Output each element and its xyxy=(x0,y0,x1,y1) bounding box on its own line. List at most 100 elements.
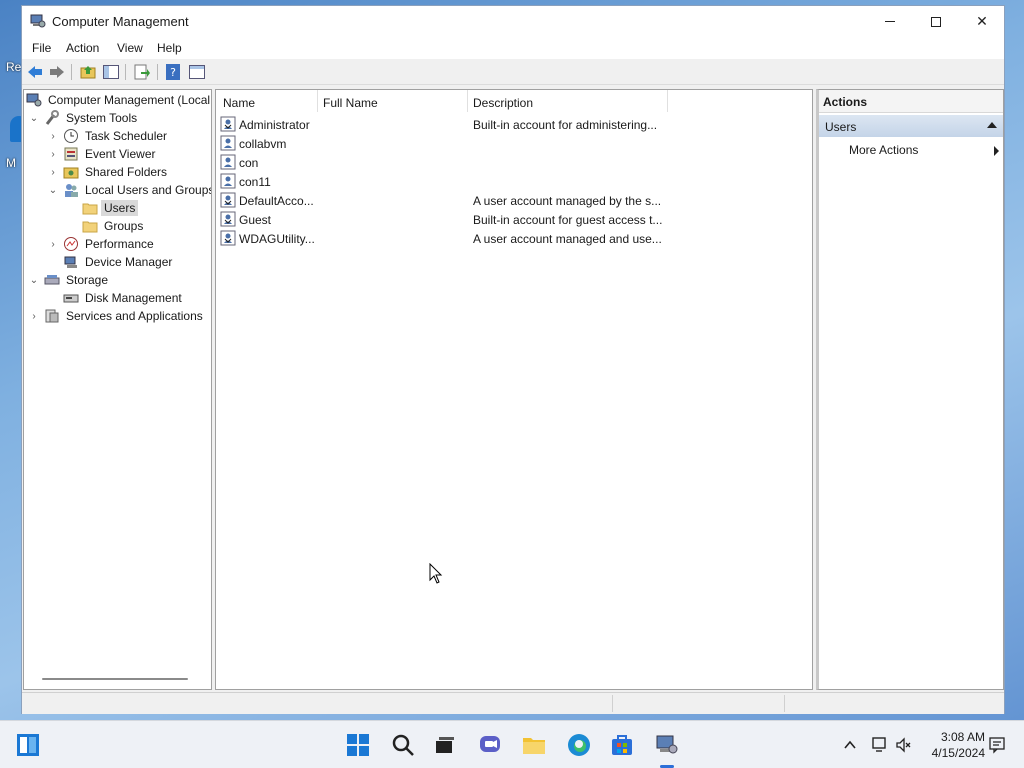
actions-title: Actions xyxy=(823,95,868,109)
disk-icon xyxy=(63,294,79,303)
help-icon[interactable]: ? xyxy=(164,63,182,81)
show-hide-tree-icon[interactable] xyxy=(102,63,120,81)
table-row[interactable]: con xyxy=(220,153,810,172)
tree-label: Device Manager xyxy=(85,255,173,269)
tree-item-task-scheduler[interactable]: › Task Scheduler xyxy=(47,127,170,145)
tree-horizontal-scrollbar[interactable] xyxy=(42,678,188,680)
taskbar-clock[interactable]: 3:08 AM 4/15/2024 xyxy=(915,729,985,761)
cell-name: con xyxy=(239,156,259,170)
show-hide-action-pane-icon[interactable] xyxy=(188,63,206,81)
tree-label: System Tools xyxy=(66,111,138,125)
chevron-down-icon[interactable]: ⌄ xyxy=(28,113,40,124)
toolbar-separator xyxy=(157,64,158,80)
title-bar[interactable]: Computer Management ✕ xyxy=(22,6,1004,37)
tree-label: Disk Management xyxy=(85,291,182,305)
collapse-up-icon[interactable] xyxy=(987,122,997,128)
forward-arrow-icon[interactable] xyxy=(48,63,66,81)
table-row[interactable]: DefaultAcco... A user account managed by… xyxy=(220,191,810,210)
user-icon xyxy=(220,154,236,170)
tree-label: Users xyxy=(101,200,139,216)
microsoft-store-icon[interactable] xyxy=(610,733,634,757)
tree-item-local-users-groups[interactable]: ⌄ Local Users and Groups xyxy=(47,181,211,199)
tree-label: Computer Management (Local xyxy=(48,93,211,107)
mouse-cursor-icon xyxy=(429,563,443,584)
clock-icon xyxy=(64,129,78,143)
network-icon[interactable] xyxy=(870,736,888,754)
start-windows-icon[interactable] xyxy=(346,733,370,757)
column-resize-handle[interactable] xyxy=(667,90,668,112)
table-row[interactable]: Guest Built-in account for guest access … xyxy=(220,210,810,229)
close-icon: ✕ xyxy=(976,13,988,29)
tree-item-services-apps[interactable]: › Services and Applications xyxy=(28,307,206,325)
chevron-right-icon[interactable]: › xyxy=(47,239,59,250)
toolbar-separator xyxy=(71,64,72,80)
desktop-icon-label-2: M xyxy=(6,156,16,170)
minimize-button[interactable] xyxy=(867,6,913,37)
tree-item-storage[interactable]: ⌄ Storage xyxy=(28,271,111,289)
chevron-up-icon[interactable] xyxy=(842,737,858,753)
search-icon[interactable] xyxy=(391,733,415,757)
chevron-right-icon[interactable]: › xyxy=(47,149,59,160)
tree-label: Groups xyxy=(104,219,144,233)
widgets-icon[interactable] xyxy=(16,733,40,757)
more-actions-item[interactable]: More Actions xyxy=(849,143,999,161)
edge-browser-icon[interactable] xyxy=(567,733,591,757)
close-button[interactable]: ✕ xyxy=(959,6,1005,37)
notifications-icon[interactable] xyxy=(988,736,1006,754)
cell-description: A user account managed and use... xyxy=(473,232,662,246)
console-tree-pane[interactable]: Computer Management (Local ⌄ System Tool… xyxy=(23,89,212,690)
tree-item-shared-folders[interactable]: › Shared Folders xyxy=(47,163,170,181)
table-row[interactable]: collabvm xyxy=(220,134,810,153)
column-header-description[interactable]: Description xyxy=(473,96,533,110)
table-row[interactable]: WDAGUtility... A user account managed an… xyxy=(220,229,810,248)
column-header-name[interactable]: Name xyxy=(223,96,255,110)
tree-item-device-manager[interactable]: Device Manager xyxy=(63,253,175,271)
folder-icon xyxy=(82,221,98,233)
file-explorer-icon[interactable] xyxy=(522,733,546,757)
computer-management-window: Computer Management ✕ File Action View H… xyxy=(21,5,1005,714)
clock-date: 4/15/2024 xyxy=(931,746,985,760)
disabled-user-icon xyxy=(220,211,236,227)
actions-header: Actions xyxy=(819,90,1003,113)
table-row[interactable]: Administrator Built-in account for admin… xyxy=(220,115,810,134)
task-view-icon[interactable] xyxy=(433,733,457,757)
tree-item-event-viewer[interactable]: › Event Viewer xyxy=(47,145,158,163)
svg-text:?: ? xyxy=(170,66,176,79)
export-list-icon[interactable] xyxy=(133,63,151,81)
volume-muted-icon[interactable] xyxy=(895,736,913,754)
tree-item-groups[interactable]: Groups xyxy=(82,217,146,235)
chevron-right-icon[interactable]: › xyxy=(47,167,59,178)
column-resize-handle[interactable] xyxy=(467,90,468,112)
column-header-full-name[interactable]: Full Name xyxy=(323,96,378,110)
taskbar: 3:08 AM 4/15/2024 xyxy=(0,720,1024,768)
menu-view[interactable]: View xyxy=(117,41,143,55)
actions-group-users[interactable]: Users xyxy=(819,115,1003,137)
chevron-right-icon[interactable]: › xyxy=(47,131,59,142)
chevron-down-icon[interactable]: ⌄ xyxy=(47,185,59,196)
tree-item-disk-management[interactable]: Disk Management xyxy=(63,289,185,307)
chevron-right-icon[interactable]: › xyxy=(28,311,40,322)
maximize-button[interactable] xyxy=(913,6,959,37)
menu-file[interactable]: File xyxy=(32,41,51,55)
table-row[interactable]: con11 xyxy=(220,172,810,191)
column-resize-handle[interactable] xyxy=(317,90,318,112)
tree-item-performance[interactable]: › Performance xyxy=(47,235,157,253)
users-list-pane[interactable]: Name Full Name Description Administrator… xyxy=(215,89,813,690)
back-arrow-icon[interactable] xyxy=(26,63,44,81)
tree-item-root[interactable]: Computer Management (Local xyxy=(26,91,211,109)
disabled-user-icon xyxy=(220,230,236,246)
up-folder-icon[interactable] xyxy=(79,63,97,81)
services-icon xyxy=(45,309,59,323)
menu-action[interactable]: Action xyxy=(66,41,99,55)
computer-management-taskbar-icon[interactable] xyxy=(655,733,679,757)
tree-item-users[interactable]: Users xyxy=(82,199,139,217)
actions-group-label: Users xyxy=(825,120,857,134)
computer-management-icon xyxy=(30,14,46,28)
menu-help[interactable]: Help xyxy=(157,41,182,55)
chevron-down-icon[interactable]: ⌄ xyxy=(28,275,40,286)
performance-icon xyxy=(64,237,78,251)
chat-icon[interactable] xyxy=(478,733,502,757)
tree-item-system-tools[interactable]: ⌄ System Tools xyxy=(28,109,140,127)
cell-description: Built-in account for guest access t... xyxy=(473,213,663,227)
cell-name: DefaultAcco... xyxy=(239,194,314,208)
